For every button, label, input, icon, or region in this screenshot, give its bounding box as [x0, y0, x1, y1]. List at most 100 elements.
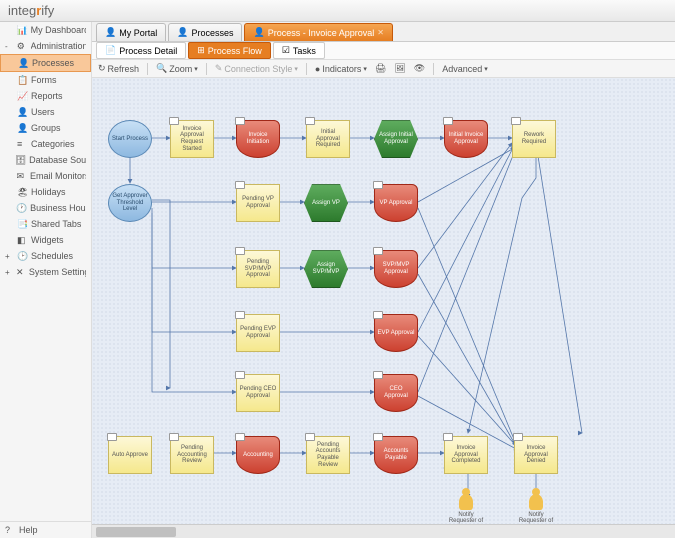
tab-process-invoice-approval[interactable]: 👤 Process - Invoice Approval✕: [244, 23, 392, 41]
node-auto-approve[interactable]: Auto Approve: [108, 436, 152, 474]
sidebar-label: Groups: [31, 123, 61, 133]
advanced-button[interactable]: Advanced ▾: [442, 64, 488, 74]
sidebar-label: Reports: [31, 91, 63, 101]
help-label: Help: [19, 525, 38, 535]
sidebar-label: Categories: [31, 139, 75, 149]
sidebar-icon: ⚙: [17, 41, 27, 51]
subtab-icon: 📄: [105, 45, 116, 56]
node-approval-completed[interactable]: Invoice Approval Completed: [444, 436, 488, 474]
tab-icon: 👤: [253, 27, 264, 38]
image-icon[interactable]: 🖼: [394, 63, 405, 74]
node-notify-approval[interactable]: Notify Requester of Invoice Approval: [444, 494, 488, 524]
toolbar: ↻ Refresh 🔍 Zoom ▾ ✎ Connection Style ▾ …: [92, 60, 675, 78]
sidebar-icon: ≡: [17, 139, 27, 149]
sidebar-icon: 🕑: [17, 251, 27, 261]
sidebar-label: Schedules: [31, 251, 73, 261]
sidebar-icon: 📈: [17, 91, 27, 101]
sidebar-label: Processes: [32, 58, 74, 68]
sidebar-label: Database Sources: [29, 155, 86, 165]
node-vp-approval[interactable]: VP Approval: [374, 184, 418, 222]
node-initial-approval-required[interactable]: Initial Approval Required: [306, 120, 350, 158]
sidebar-item-my-dashboard[interactable]: 📊 My Dashboard: [0, 22, 91, 38]
node-pending-ap[interactable]: Pending Accounts Payable Review: [306, 436, 350, 474]
sidebar-item-forms[interactable]: 📋Forms: [0, 72, 91, 88]
sidebar-icon: 📑: [17, 219, 27, 229]
sidebar-item-system-settings[interactable]: +✕System Settings: [0, 264, 91, 280]
sidebar-item-processes[interactable]: 👤 Processes: [0, 54, 91, 72]
node-ceo-approval[interactable]: CEO Approval: [374, 374, 418, 412]
sidebar-item-users[interactable]: 👤Users: [0, 104, 91, 120]
node-request-started[interactable]: Invoice Approval Request Started: [170, 120, 214, 158]
main-tabs: 👤My Portal👤Processes👤Process - Invoice A…: [92, 22, 675, 42]
tab-icon: 👤: [105, 27, 116, 38]
tab-my-portal[interactable]: 👤My Portal: [96, 23, 166, 41]
node-svp-approval[interactable]: SVP/MVP Approval: [374, 250, 418, 288]
node-pending-ceo[interactable]: Pending CEO Approval: [236, 374, 280, 412]
view-icon[interactable]: 👁: [414, 63, 425, 74]
tab-label: Process - Invoice Approval: [268, 28, 375, 38]
node-pending-vp[interactable]: Pending VP Approval: [236, 184, 280, 222]
subtab-label: Process Detail: [119, 46, 177, 56]
sidebar-item-shared-tabs[interactable]: 📑Shared Tabs: [0, 216, 91, 232]
sidebar-label: Forms: [31, 75, 57, 85]
scrollbar-thumb[interactable]: [96, 527, 176, 537]
subtab-label: Tasks: [293, 46, 316, 56]
subtab-icon: ⊞: [197, 45, 205, 56]
zoom-button[interactable]: 🔍 Zoom ▾: [156, 63, 198, 74]
sidebar-icon: 📊: [17, 25, 27, 35]
sidebar-item-categories[interactable]: ≡ Categories: [0, 136, 91, 152]
tab-processes[interactable]: 👤Processes: [168, 23, 242, 41]
subtab-process-flow[interactable]: ⊞Process Flow: [188, 42, 271, 59]
indicators-button[interactable]: ● Indicators ▾: [315, 64, 367, 74]
sidebar-label: Widgets: [31, 235, 64, 245]
node-pending-svp[interactable]: Pending SVP/MVP Approval: [236, 250, 280, 288]
subtab-label: Process Flow: [208, 46, 262, 56]
print-icon[interactable]: 🖨: [375, 63, 386, 74]
refresh-button[interactable]: ↻ Refresh: [98, 63, 139, 74]
subtab-tasks[interactable]: ☑Tasks: [273, 42, 325, 59]
node-notify-denial[interactable]: Notify Requester of Invoice Denial: [514, 494, 558, 524]
connection-style-button[interactable]: ✎ Connection Style ▾: [215, 63, 298, 74]
node-accounting[interactable]: Accounting: [236, 436, 280, 474]
sidebar-item-schedules[interactable]: +🕑Schedules: [0, 248, 91, 264]
sidebar-item-email-monitors[interactable]: ✉ Email Monitors: [0, 168, 91, 184]
node-get-approver-level[interactable]: Get Approver Threshold Level: [108, 184, 152, 222]
sub-tabs: 📄Process Detail⊞Process Flow☑Tasks: [92, 42, 675, 60]
flow-canvas[interactable]: Start Process Invoice Approval Request S…: [92, 78, 675, 524]
subtab-process-detail[interactable]: 📄Process Detail: [96, 42, 186, 59]
logo: integrify: [8, 3, 54, 18]
node-assign-svp[interactable]: Assign SVP/MVP: [304, 250, 348, 288]
node-start-process[interactable]: Start Process: [108, 120, 152, 158]
sidebar-item-groups[interactable]: 👤Groups: [0, 120, 91, 136]
sidebar-icon: ✉: [17, 171, 26, 181]
tab-label: Processes: [191, 28, 233, 38]
sidebar-label: Users: [31, 107, 55, 117]
node-assign-initial-approval[interactable]: Assign Initial Approval: [374, 120, 418, 158]
subtab-icon: ☑: [282, 45, 290, 56]
node-pending-evp[interactable]: Pending EVP Approval: [236, 314, 280, 352]
sidebar-item-holidays[interactable]: 🏖Holidays: [0, 184, 91, 200]
node-rework-required[interactable]: Rework Required: [512, 120, 556, 158]
sidebar-item-administration[interactable]: -⚙Administration: [0, 38, 91, 54]
sidebar-icon: ◧: [17, 235, 27, 245]
sidebar-item-database-sources[interactable]: 🗄 Database Sources: [0, 152, 91, 168]
tab-icon: 👤: [177, 27, 188, 38]
sidebar-icon: 🗄: [15, 155, 25, 165]
sidebar-item-business-hours[interactable]: 🕐Business Hours: [0, 200, 91, 216]
help-icon: ?: [5, 525, 15, 535]
sidebar-label: Email Monitors: [30, 171, 86, 181]
sidebar-label: My Dashboard: [31, 25, 86, 35]
node-initial-invoice-approval[interactable]: Initial Invoice Approval: [444, 120, 488, 158]
horizontal-scrollbar[interactable]: [92, 524, 675, 538]
node-pending-accounting[interactable]: Pending Accounting Review: [170, 436, 214, 474]
close-icon[interactable]: ✕: [377, 28, 384, 37]
node-accounts-payable[interactable]: Accounts Payable: [374, 436, 418, 474]
sidebar-icon: 👤: [18, 58, 28, 68]
node-invoice-initiation[interactable]: Invoice Initiation: [236, 120, 280, 158]
node-approval-denied[interactable]: Invoice Approval Denied: [514, 436, 558, 474]
node-assign-vp[interactable]: Assign VP: [304, 184, 348, 222]
help-link[interactable]: ? Help: [0, 522, 91, 538]
sidebar-item-widgets[interactable]: ◧ Widgets: [0, 232, 91, 248]
sidebar-item-reports[interactable]: 📈 Reports: [0, 88, 91, 104]
node-evp-approval[interactable]: EVP Approval: [374, 314, 418, 352]
